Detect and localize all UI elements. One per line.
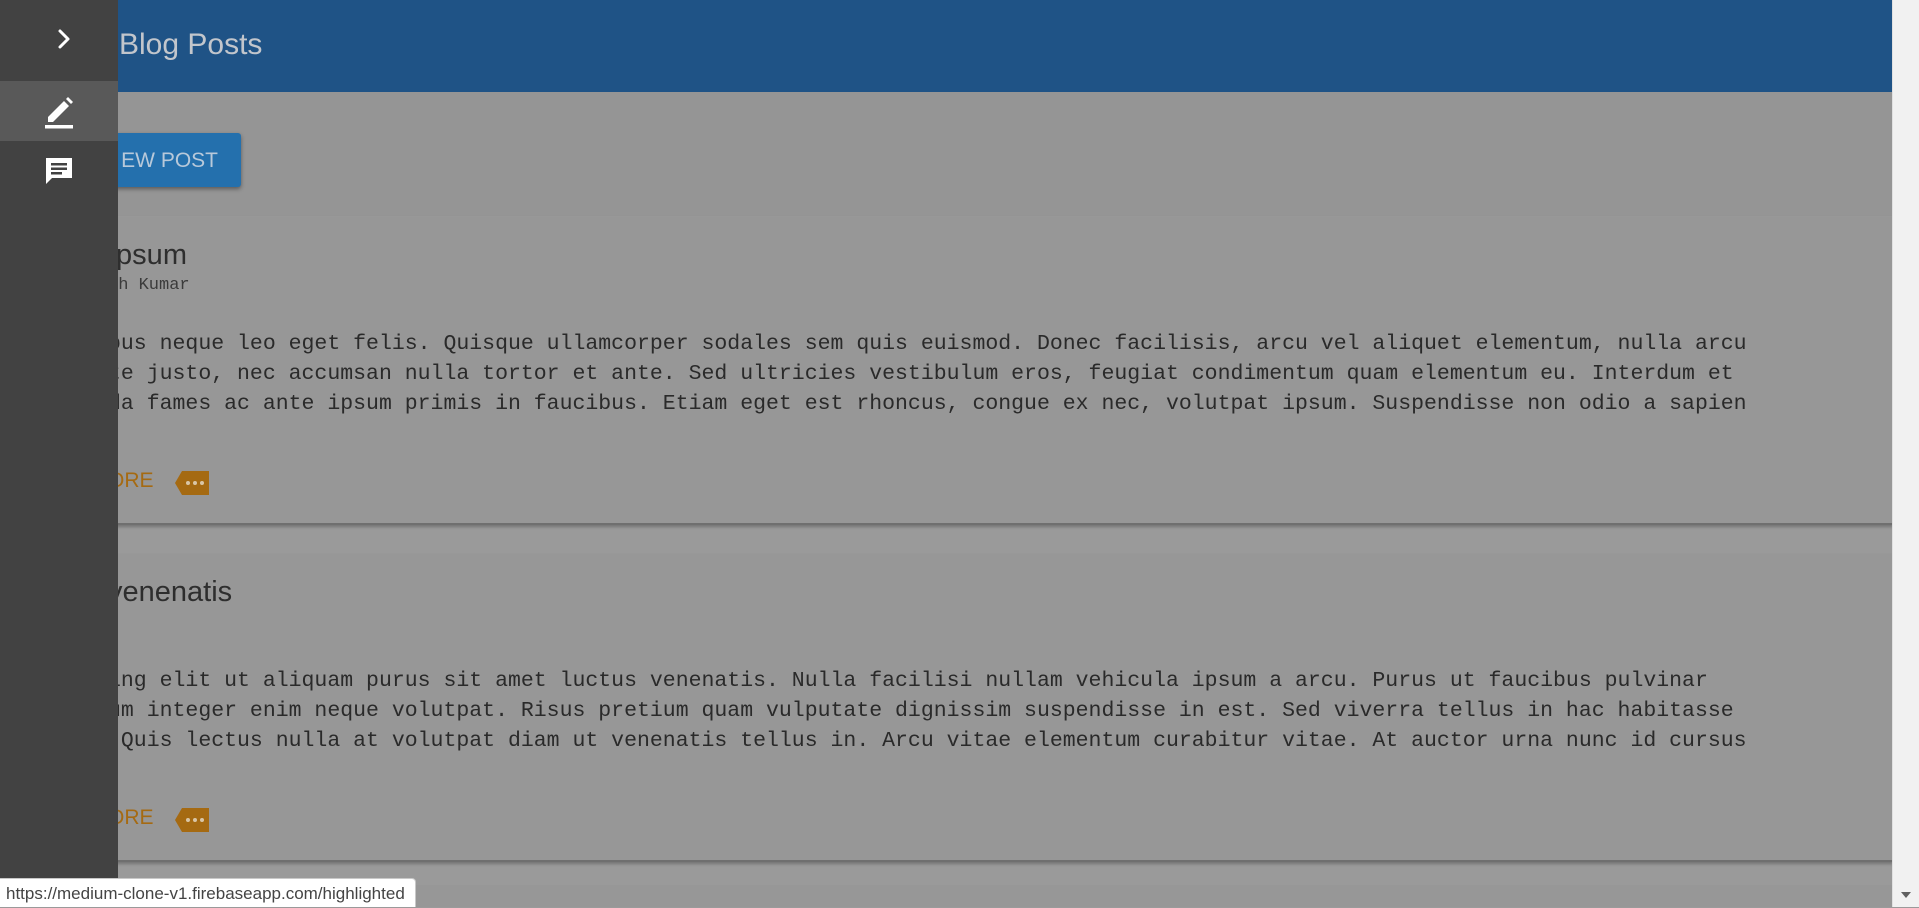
post-author: th Kumar — [108, 276, 190, 295]
toolbar-area — [0, 92, 1893, 216]
drawer-toggle-button[interactable] — [0, 0, 118, 80]
post-card: Ipsum th Kumar bus neque leo eget felis.… — [0, 217, 1893, 525]
excerpt-line: ing elit ut aliquam purus sit amet luctu… — [108, 669, 1708, 693]
excerpt-line: da fames ac ante ipsum primis in faucibu… — [108, 392, 1747, 416]
post-title[interactable]: Ipsum — [108, 239, 187, 272]
chevron-right-icon — [58, 29, 70, 49]
post-title[interactable]: venenatis — [108, 576, 232, 609]
app-bar: Blog Posts — [0, 0, 1893, 92]
post-excerpt: ing elit ut aliquam purus sit amet luctu… — [108, 666, 1898, 756]
vertical-scrollbar[interactable] — [1892, 0, 1919, 907]
side-drawer — [0, 0, 118, 907]
page-title: Blog Posts — [119, 28, 263, 61]
post-excerpt: bus neque leo eget felis. Quisque ullamc… — [108, 329, 1898, 419]
excerpt-line: um integer enim neque volutpat. Risus pr… — [108, 699, 1734, 723]
post-card: venenatis ing elit ut aliquam purus sit … — [0, 554, 1893, 862]
excerpt-line: Quis lectus nulla at volutpat diam ut ve… — [108, 729, 1747, 753]
excerpt-line: te justo, nec accumsan nulla tortor et a… — [108, 362, 1734, 386]
drawer-item-comments[interactable] — [0, 141, 118, 201]
more-tag-icon[interactable] — [173, 806, 211, 834]
edit-icon — [45, 97, 73, 129]
scroll-down-icon[interactable] — [1901, 892, 1911, 898]
comment-icon — [46, 158, 72, 184]
excerpt-line: bus neque leo eget felis. Quisque ullamc… — [108, 332, 1747, 356]
status-bar-url: https://medium-clone-v1.firebaseapp.com/… — [0, 878, 416, 907]
more-tag-icon[interactable] — [173, 469, 211, 497]
drawer-item-posts[interactable] — [0, 81, 118, 141]
